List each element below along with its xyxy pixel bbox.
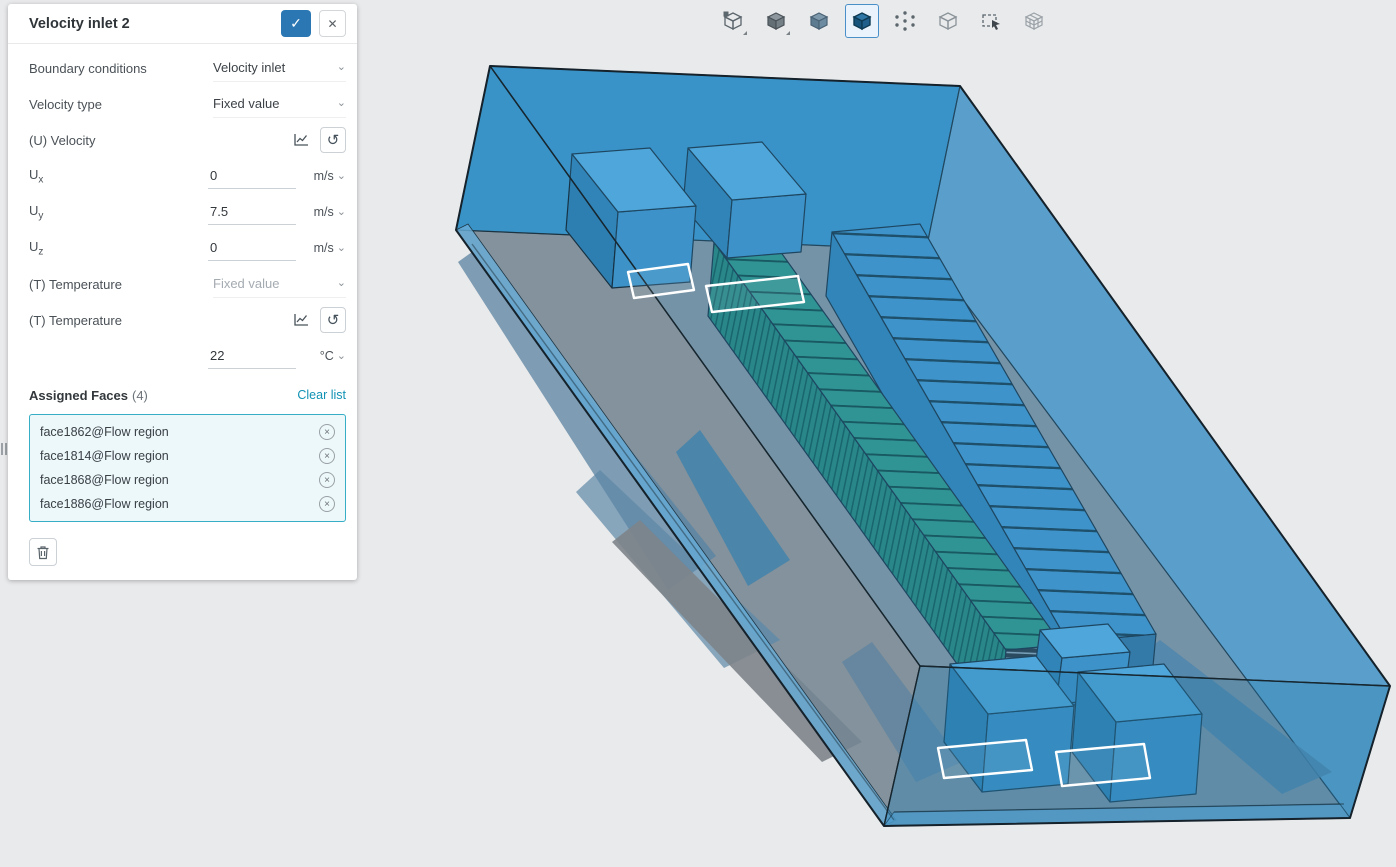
apply-button[interactable]: ✓ [281,10,311,37]
remove-face-button[interactable]: × [319,496,335,512]
boundary-condition-panel: Velocity inlet 2 ✓ ✕ Boundary conditions… [8,4,357,580]
face-list-item[interactable]: face1868@Flow region × [30,468,345,492]
chevron-down-icon: ⌄ [337,207,346,218]
temperature-table-input-button[interactable] [288,307,314,333]
remove-face-button[interactable]: × [319,424,335,440]
temperature-unit-select[interactable]: °C ⌄ [306,349,346,363]
temperature-reset-button[interactable]: ↺ [320,307,346,333]
remove-icon: × [324,499,330,510]
chart-icon [293,133,309,147]
remove-icon: × [324,427,330,438]
row-ux: Ux m/s ⌄ [29,158,346,194]
chevron-down-icon: ⌄ [337,278,346,289]
assigned-faces-label: Assigned Faces [29,388,128,403]
uz-unit-select[interactable]: m/s ⌄ [306,241,346,255]
boundary-conditions-value: Velocity inlet [213,60,285,75]
close-icon: ✕ [327,17,337,31]
velocity-type-select[interactable]: Fixed value ⌄ [213,91,346,118]
row-uy: Uy m/s ⌄ [29,194,346,230]
velocity-table-input-button[interactable] [288,127,314,153]
uy-input[interactable] [208,200,296,225]
face-list-item[interactable]: face1862@Flow region × [30,420,345,444]
uy-label: Uy [29,203,208,222]
undo-icon: ↺ [327,313,340,328]
face-list-item[interactable]: face1886@Flow region × [30,492,345,516]
row-velocity-type: Velocity type Fixed value ⌄ [29,86,346,122]
chart-icon [293,313,309,327]
transparent-view-icon[interactable] [931,4,965,38]
panel-header: Velocity inlet 2 ✓ ✕ [8,4,357,44]
temperature-label: (T) Temperature [29,313,288,328]
boundary-conditions-label: Boundary conditions [29,61,213,76]
row-u-velocity: (U) Velocity ↺ [29,122,346,158]
temperature-type-value: Fixed value [213,276,279,291]
selected-face-highlight-3[interactable] [938,740,1032,778]
surface-view-icon[interactable] [802,4,836,38]
delete-button[interactable] [29,538,57,566]
remove-face-button[interactable]: × [319,472,335,488]
temperature-input[interactable] [208,344,296,369]
remove-face-button[interactable]: × [319,448,335,464]
uz-input[interactable] [208,236,296,261]
u-velocity-label: (U) Velocity [29,133,288,148]
surface-edges-view-icon[interactable] [845,4,879,38]
remove-icon: × [324,475,330,486]
chevron-down-icon: ⌄ [337,243,346,254]
face-list-item[interactable]: face1814@Flow region × [30,444,345,468]
points-view-icon[interactable] [888,4,922,38]
panel-footer [29,538,346,566]
solid-view-icon[interactable] [759,4,793,38]
assigned-faces-list: face1862@Flow region × face1814@Flow reg… [29,414,346,522]
clear-list-button[interactable]: Clear list [297,388,346,402]
trash-icon [36,545,50,560]
chevron-down-icon: ⌄ [337,98,346,109]
chevron-down-icon: ⌄ [337,351,346,362]
temperature-type-select[interactable]: Fixed value ⌄ [213,271,346,298]
ux-unit-select[interactable]: m/s ⌄ [306,169,346,183]
undo-icon: ↺ [327,133,340,148]
uy-unit-select[interactable]: m/s ⌄ [306,205,346,219]
assigned-faces-count: (4) [132,388,148,403]
assigned-faces-header: Assigned Faces (4) Clear list [29,384,346,406]
panel-title: Velocity inlet 2 [29,16,273,32]
close-button[interactable]: ✕ [319,10,346,37]
temperature-type-label: (T) Temperature [29,277,213,292]
row-uz: Uz m/s ⌄ [29,230,346,266]
row-temperature-buttons: (T) Temperature ↺ [29,302,346,338]
remove-icon: × [324,451,330,462]
isolate-view-icon[interactable] [716,4,750,38]
row-temperature-value: °C ⌄ [29,338,346,374]
velocity-type-value: Fixed value [213,96,279,111]
check-icon: ✓ [290,15,302,31]
chevron-down-icon: ⌄ [337,62,346,73]
row-temperature-type: (T) Temperature Fixed value ⌄ [29,266,346,302]
boundary-conditions-select[interactable]: Velocity inlet ⌄ [213,55,346,82]
uz-label: Uz [29,239,208,258]
view-toolbar [716,4,1051,38]
ux-label: Ux [29,167,208,186]
ux-input[interactable] [208,164,296,189]
velocity-type-label: Velocity type [29,97,213,112]
velocity-reset-button[interactable]: ↺ [320,127,346,153]
row-boundary-conditions: Boundary conditions Velocity inlet ⌄ [29,50,346,86]
mesh-view-icon[interactable] [1017,4,1051,38]
box-select-icon[interactable] [974,4,1008,38]
chevron-down-icon: ⌄ [337,171,346,182]
selected-face-highlight-4[interactable] [1056,744,1150,786]
